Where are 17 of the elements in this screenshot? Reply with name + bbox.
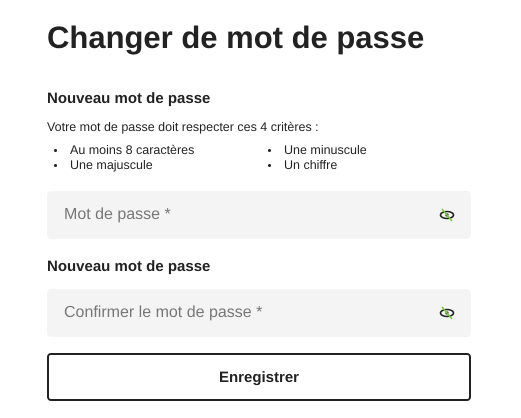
confirm-password-field[interactable]: Confirmer le mot de passe * [47, 289, 471, 337]
section-heading: Nouveau mot de passe [47, 257, 212, 277]
page-title: Changer de mot de passe [47, 19, 426, 57]
eye-slash-icon[interactable] [439, 208, 455, 222]
eye-slash-icon[interactable] [439, 306, 455, 320]
bullet-icon [54, 149, 57, 152]
bullet-icon [54, 164, 57, 167]
criteria-intro: Votre mot de passe doit respecter ces 4 critères : [47, 119, 320, 135]
criterion-text: Un chiffre [284, 158, 338, 173]
criterion-text: Une minuscule [284, 143, 367, 158]
bullet-icon [268, 164, 271, 167]
save-button[interactable]: Enregistrer [47, 353, 471, 401]
criterion-text: Au moins 8 caractères [70, 143, 194, 158]
criterion-text: Une majuscule [70, 158, 153, 173]
password-field[interactable]: Mot de passe * [47, 191, 471, 239]
bullet-icon [268, 149, 271, 152]
section-heading: Nouveau mot de passe [47, 89, 212, 109]
